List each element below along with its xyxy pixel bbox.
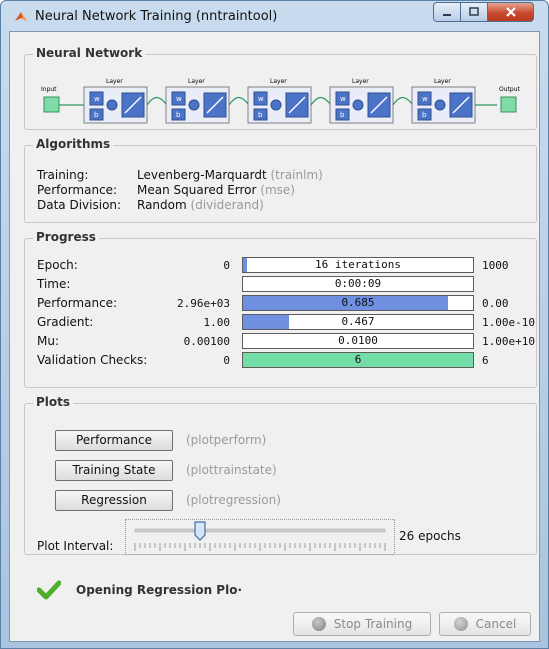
regression-plot-button[interactable]: Regression <box>55 490 173 511</box>
layers: LayerwbLayerwbLayerwbLayerwbLayerwb <box>83 78 476 124</box>
progress-bar-text: 16 iterations <box>314 258 402 271</box>
progress-row-start-value: 0 <box>223 259 230 272</box>
layer-block: Layer wb <box>83 78 148 124</box>
input-label: Input <box>41 86 57 93</box>
title-bar[interactable]: Neural Network Training (nntraintool) <box>1 1 548 31</box>
progress-row-target-value: 6 <box>482 354 489 367</box>
progress-row-target-value: 0.00 <box>482 297 509 310</box>
layer-label: Layer <box>106 78 123 85</box>
minimize-button[interactable] <box>433 2 461 22</box>
minimize-icon <box>443 14 451 16</box>
progress-bar: 0.0100 <box>242 333 474 349</box>
progress-row-target-value: 1.00e+10 <box>482 335 535 348</box>
neural-network-title: Neural Network <box>33 46 146 60</box>
progress-row-start-value: 2.96e+03 <box>177 297 230 310</box>
cancel-icon <box>453 617 468 631</box>
maximize-button[interactable] <box>460 2 488 22</box>
progress-bar: 0:00:09 <box>242 276 474 292</box>
progress-row-label: Gradient: <box>37 315 94 329</box>
matlab-icon <box>15 12 27 21</box>
layer-block: Layer wb <box>247 78 312 124</box>
progress-row-label: Validation Checks: <box>37 353 148 367</box>
plot-interval-value: 26 epochs <box>399 529 461 543</box>
slider-thumb[interactable] <box>194 521 206 541</box>
progress-row-label: Time: <box>37 277 71 291</box>
progress-row-label: Mu: <box>37 334 60 348</box>
output-label: Output <box>499 86 520 93</box>
algo-label-division: Data Division: <box>37 198 122 212</box>
plot-interval-label: Plot Interval: <box>37 539 114 553</box>
bias-label: b <box>422 111 427 119</box>
layer-label: Layer <box>434 78 451 85</box>
bias-label: b <box>176 111 181 119</box>
algo-value-training: Levenberg-Marquardt (trainlm) <box>137 168 323 182</box>
progress-row-start-value: 0 <box>223 354 230 367</box>
cancel-label: Cancel <box>475 617 517 631</box>
network-diagram: Input Output LayerwbLayerwbLayerwbLayerw… <box>41 78 520 124</box>
input-node <box>43 96 60 113</box>
stop-training-label: Stop Training <box>333 617 413 631</box>
close-icon <box>505 7 516 17</box>
algorithms-title: Algorithms <box>33 137 114 151</box>
progress-row-target-value: 1000 <box>482 259 509 272</box>
stop-icon <box>311 617 326 631</box>
progress-bar: 0.685 <box>242 295 474 311</box>
stop-training-button[interactable]: Stop Training <box>293 612 431 636</box>
layer-label: Layer <box>188 78 205 85</box>
progress-bar-text: 0.685 <box>341 296 375 309</box>
layer-block: Layer wb <box>329 78 394 124</box>
window-frame: Neural Network Training (nntraintool) Ne… <box>0 0 549 649</box>
progress-title: Progress <box>33 230 99 244</box>
progress-bar: 6 <box>242 352 474 368</box>
algo-value-division: Random (dividerand) <box>137 198 264 212</box>
layer-label: Layer <box>270 78 287 85</box>
algorithms-group: Algorithms Training: Levenberg-Marquardt… <box>24 137 537 223</box>
performance-plot-button[interactable]: Performance <box>55 430 173 451</box>
weight-label: w <box>176 95 182 103</box>
progress-row-label: Performance: <box>37 296 118 310</box>
close-button[interactable] <box>487 2 534 22</box>
performance-plot-fn: (plotperform) <box>186 433 267 447</box>
plots-title: Plots <box>33 395 74 409</box>
neural-network-group: Neural Network Input Output Layer w b Layer… <box>24 46 537 130</box>
progress-row-target-value: 1.00e-10 <box>482 316 535 329</box>
cancel-button[interactable]: Cancel <box>439 612 531 636</box>
layer-label: Layer <box>352 78 369 85</box>
progress-bar-text: 6 <box>354 353 362 366</box>
layer-block: Layer wb <box>411 78 476 124</box>
algo-label-performance: Performance: <box>37 183 118 197</box>
bias-label: b <box>258 111 263 119</box>
algo-label-training: Training: <box>37 168 89 182</box>
client-area: Neural Network Input Output Layer w b Layer… <box>9 31 540 642</box>
bias-label: b <box>340 111 345 119</box>
progress-bar: 0.467 <box>242 314 474 330</box>
maximize-icon <box>469 7 479 16</box>
training-state-plot-button[interactable]: Training State <box>55 460 173 481</box>
checkmark-icon <box>37 580 61 600</box>
window-title: Neural Network Training (nntraintool) <box>35 9 278 24</box>
status-text: Opening Regression Plo· <box>76 583 242 597</box>
algo-value-performance: Mean Squared Error (mse) <box>137 183 295 197</box>
layer-block: Layer wb <box>165 78 230 124</box>
plot-interval-slider[interactable] <box>125 519 395 555</box>
weight-label: w <box>258 95 264 103</box>
slider-track <box>134 528 386 551</box>
bias-label: b <box>94 111 99 119</box>
progress-row-start-value: 1.00 <box>203 316 231 329</box>
weight-label: w <box>340 95 346 103</box>
progress-bar-text: 0.467 <box>341 315 375 328</box>
progress-bar-text: 0:00:09 <box>334 277 382 290</box>
weight-label: w <box>422 95 428 103</box>
progress-row-label: Epoch: <box>37 258 78 272</box>
progress-bar: 16 iterations <box>242 257 474 273</box>
training-state-plot-fn: (plottrainstate) <box>186 463 277 477</box>
regression-plot-fn: (plotregression) <box>186 493 281 507</box>
progress-bar-text: 0.0100 <box>338 334 378 347</box>
progress-row-start-value: 0.00100 <box>183 335 230 348</box>
output-node <box>500 96 517 113</box>
weight-label: w <box>94 95 100 103</box>
